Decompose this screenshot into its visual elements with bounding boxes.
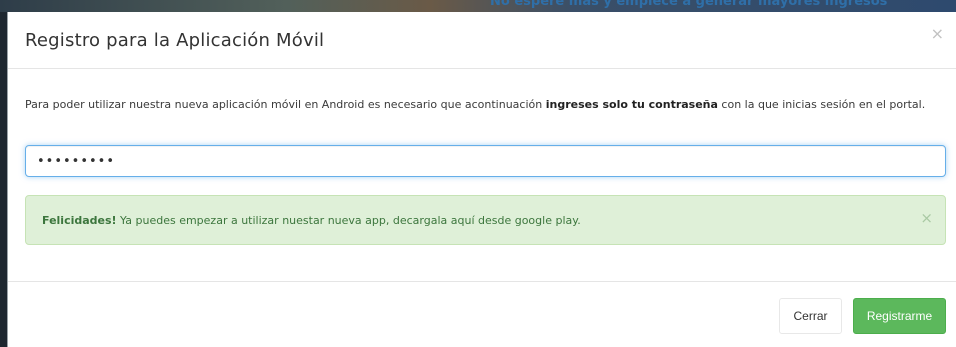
success-alert: Felicidades! Ya puedes empezar a utiliza… [25, 195, 946, 245]
instructions-text-start: Para poder utilizar nuestra nueva aplica… [25, 98, 546, 111]
success-alert-text: Felicidades! Ya puedes empezar a utiliza… [42, 214, 581, 227]
close-button[interactable]: Cerrar [779, 298, 842, 334]
success-alert-message: Ya puedes empezar a utilizar nuestar nue… [116, 214, 581, 227]
modal-body: Para poder utilizar nuestra nueva aplica… [8, 69, 956, 281]
modal-close-icon[interactable]: × [931, 24, 944, 43]
password-input[interactable] [25, 145, 946, 177]
modal-footer: Cerrar Registrarme [8, 281, 956, 347]
page-backdrop-top: No espere más y empiece a generar mayore… [0, 0, 956, 12]
page-backdrop-left [0, 12, 7, 347]
instructions-text-emphasis: ingreses solo tu contraseña [545, 98, 718, 111]
register-button[interactable]: Registrarme [853, 298, 946, 334]
modal-title: Registro para la Aplicación Móvil [25, 30, 325, 51]
registration-modal: Registro para la Aplicación Móvil × Para… [7, 12, 956, 347]
instructions-text: Para poder utilizar nuestra nueva aplica… [25, 96, 943, 113]
instructions-text-end: con la que inicias sesión en el portal. [717, 98, 926, 111]
alert-close-icon[interactable]: × [920, 209, 933, 227]
modal-header: Registro para la Aplicación Móvil × [8, 12, 956, 69]
success-alert-heading: Felicidades! [42, 214, 117, 227]
backdrop-banner-text: No espere más y empiece a generar mayore… [490, 0, 888, 9]
